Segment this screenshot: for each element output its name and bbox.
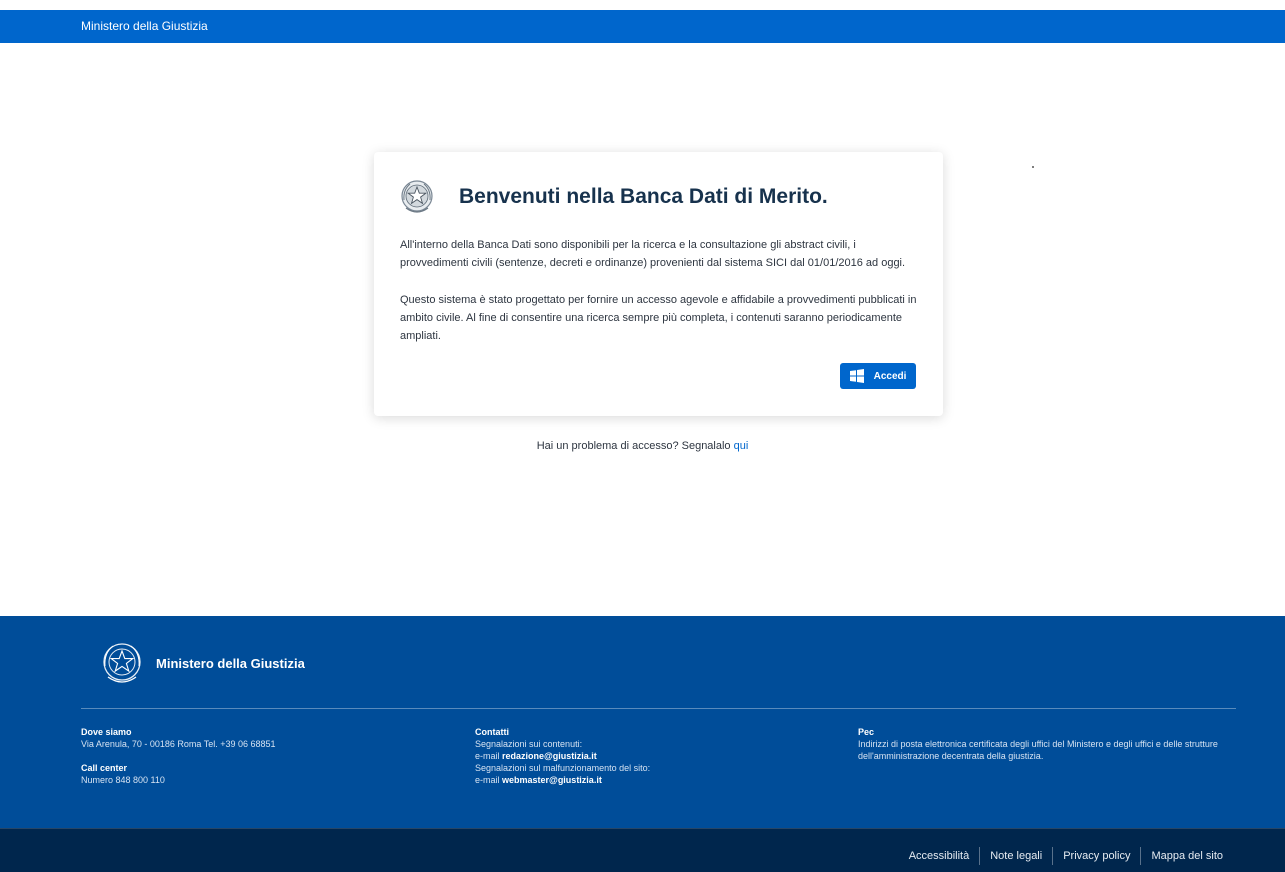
legal-links: Accessibilità Note legali Privacy policy… xyxy=(899,847,1223,865)
mappa-del-sito-link[interactable]: Mappa del sito xyxy=(1141,850,1223,862)
webmaster-email-link[interactable]: webmaster@giustizia.it xyxy=(502,775,602,785)
top-header-bar: Ministero della Giustizia xyxy=(0,10,1285,43)
card-title: Benvenuti nella Banca Dati di Merito. xyxy=(459,185,828,208)
accedi-button[interactable]: Accedi xyxy=(840,363,916,389)
report-link[interactable]: qui xyxy=(734,440,749,452)
windows-icon xyxy=(849,369,864,383)
address-text: Via Arenula, 70 - 00186 Roma Tel. +39 06… xyxy=(81,739,276,749)
access-problem-label: Hai un problema di accesso? Segnalalo xyxy=(536,440,734,452)
call-center-heading: Call center xyxy=(81,763,128,773)
pec-link[interactable]: Indirizzi di posta elettronica certifica… xyxy=(858,738,1238,762)
footer-divider xyxy=(81,708,1236,709)
footer-brand[interactable]: Ministero della Giustizia xyxy=(156,656,305,671)
access-problem-text: Hai un problema di accesso? Segnalalo qu… xyxy=(0,440,1285,452)
repubblica-emblem-icon xyxy=(401,180,433,213)
note-legali-link[interactable]: Note legali xyxy=(980,850,1052,862)
dove-siamo-heading: Dove siamo xyxy=(81,727,132,737)
footer-column-contacts: Contatti Segnalazioni sui contenuti: e-m… xyxy=(475,726,805,786)
footer-column-pec: Pec Indirizzi di posta elettronica certi… xyxy=(858,726,1238,762)
header-title[interactable]: Ministero della Giustizia xyxy=(81,19,208,33)
footer-column-location: Dove siamo Via Arenula, 70 - 00186 Roma … xyxy=(81,726,411,786)
call-center-number: Numero 848 800 110 xyxy=(81,775,165,785)
contatti-line-4: e-mail webmaster@giustizia.it xyxy=(475,775,602,785)
accessibilita-link[interactable]: Accessibilità xyxy=(899,850,980,862)
footer: Ministero della Giustizia Dove siamo Via… xyxy=(0,616,1285,828)
redazione-email-link[interactable]: redazione@giustizia.it xyxy=(502,751,597,761)
privacy-policy-link[interactable]: Privacy policy xyxy=(1053,850,1140,862)
pec-heading: Pec xyxy=(858,727,875,737)
contatti-line-2: e-mail redazione@giustizia.it xyxy=(475,751,597,761)
contatti-line-3: Segnalazioni sul malfunzionamento del si… xyxy=(475,763,651,773)
contatti-line-1: Segnalazioni sui contenuti: xyxy=(475,739,583,749)
card-paragraph-1: All'interno della Banca Dati sono dispon… xyxy=(400,239,906,269)
card-paragraph-2: Questo sistema è stato progettato per fo… xyxy=(400,294,917,342)
contatti-heading: Contatti xyxy=(475,727,509,737)
bottom-bar: Accessibilità Note legali Privacy policy… xyxy=(0,828,1285,872)
stray-dot xyxy=(1032,166,1034,168)
accedi-label: Accedi xyxy=(873,370,907,382)
repubblica-emblem-icon[interactable] xyxy=(101,640,143,688)
welcome-card: Benvenuti nella Banca Dati di Merito. Al… xyxy=(374,152,943,416)
